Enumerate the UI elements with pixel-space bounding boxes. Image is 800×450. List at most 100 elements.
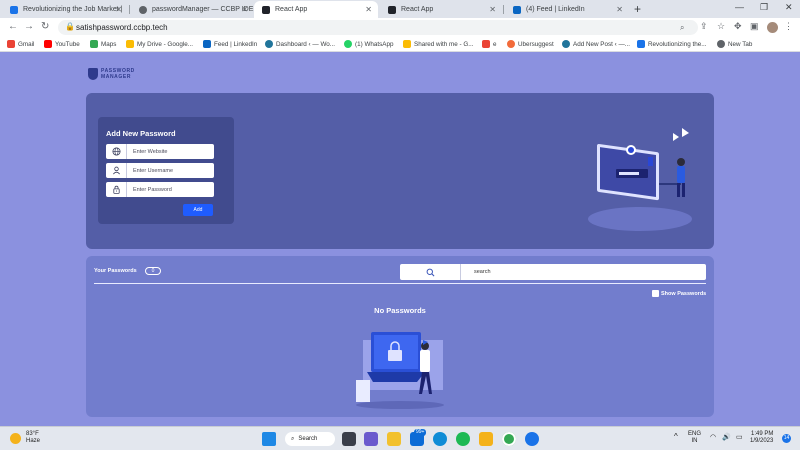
notification-badge[interactable]: 14 — [782, 434, 791, 443]
password-count-badge: 0 — [145, 267, 161, 275]
taskbar-search[interactable]: ⌕ Search — [285, 432, 335, 446]
bookmark-dashboard[interactable]: Dashboard ‹ — Wo... — [265, 40, 335, 48]
task-view-icon[interactable] — [342, 432, 356, 446]
search-input[interactable] — [461, 264, 701, 280]
show-passwords-label: Show Passwords — [661, 290, 707, 297]
chrome-icon[interactable] — [502, 432, 516, 446]
language-indicator[interactable]: ENG IN — [688, 431, 701, 445]
file-explorer-icon[interactable] — [387, 432, 401, 446]
browser-tab[interactable]: React App ✕ — [380, 1, 502, 18]
bookmark-label: New Tab — [728, 40, 753, 48]
close-tab-icon[interactable]: ✕ — [365, 5, 372, 14]
search-icon — [400, 264, 461, 280]
gmail-icon — [7, 40, 15, 48]
bookmark-label: Ubersuggest — [518, 40, 554, 48]
restore-icon[interactable]: ❐ — [760, 2, 768, 13]
drive-icon — [126, 40, 134, 48]
ubersuggest-icon — [507, 40, 515, 48]
forward-icon[interactable]: → — [24, 21, 34, 32]
url-text[interactable]: satishpassword.ccbp.tech — [76, 23, 168, 32]
bookmark-star-icon[interactable]: ☆ — [717, 21, 725, 32]
whatsapp-icon — [344, 40, 352, 48]
bookmark-shared[interactable]: Shared with me - G... — [403, 40, 474, 48]
password-input[interactable] — [127, 182, 213, 197]
username-input[interactable] — [127, 163, 213, 178]
bookmark-new-tab[interactable]: New Tab — [717, 40, 752, 48]
bookmark-linkedin[interactable]: Feed | LinkedIn — [203, 40, 257, 48]
minimize-icon[interactable]: — — [735, 2, 744, 12]
close-window-icon[interactable]: ✕ — [785, 2, 793, 13]
browser-tab[interactable]: Revolutionizing the Job Market | ✕ — [2, 1, 128, 18]
wordpress-icon — [265, 40, 273, 48]
linkedin-icon — [637, 40, 645, 48]
bookmark-gmail[interactable]: Gmail — [7, 40, 34, 48]
weather-widget[interactable]: 83°F Haze — [10, 431, 40, 445]
messenger-icon[interactable] — [525, 432, 539, 446]
windows-start-icon[interactable] — [262, 432, 276, 446]
side-panel-icon[interactable]: ▣ — [750, 21, 759, 32]
bookmark-youtube[interactable]: YouTube — [44, 40, 80, 48]
bookmark-revolutionizing[interactable]: Revolutionizing the... — [637, 40, 706, 48]
edge-icon[interactable] — [433, 432, 447, 446]
menu-icon[interactable]: ⋮ — [784, 21, 793, 32]
bookmark-mail[interactable]: e — [482, 40, 497, 48]
clock-date: 1/9/2023 — [750, 438, 774, 444]
browser-tab[interactable]: (4) Feed | LinkedIn ✕ — [505, 1, 629, 18]
back-icon[interactable]: ← — [8, 21, 18, 32]
wordpress-icon — [562, 40, 570, 48]
bookmark-label: Shared with me - G... — [414, 40, 474, 48]
shield-icon — [88, 68, 98, 80]
close-tab-icon[interactable]: ✕ — [115, 5, 122, 14]
bookmark-whatsapp[interactable]: (1) WhatsApp — [344, 40, 394, 48]
close-tab-icon[interactable]: ✕ — [616, 5, 623, 14]
bookmark-label: My Drive - Google... — [137, 40, 193, 48]
new-tab-button[interactable]: + — [634, 2, 641, 16]
bookmark-maps[interactable]: Maps — [90, 40, 116, 48]
user-icon — [106, 163, 127, 178]
system-clock[interactable]: 1:49 PM 1/9/2023 — [750, 431, 773, 445]
gmail-icon — [482, 40, 490, 48]
form-title: Add New Password — [106, 129, 176, 138]
show-passwords-toggle[interactable]: Show Passwords — [652, 290, 706, 297]
linkedin-icon — [203, 40, 211, 48]
reload-icon[interactable]: ↻ — [41, 21, 49, 32]
address-bar[interactable]: 🔒 satishpassword.ccbp.tech ⌕ — [58, 20, 698, 35]
browser-toolbar: ← → ↻ 🔒 satishpassword.ccbp.tech ⌕ ⇪ ☆ ✥… — [0, 18, 800, 37]
password-manager-illustration — [588, 128, 692, 231]
bookmark-label: Maps — [101, 40, 117, 48]
browser-tab[interactable]: passwordManager — CCBP IDE ✕ — [131, 1, 254, 18]
bookmark-add-post[interactable]: Add New Post ‹ —... — [562, 40, 630, 48]
app-page: PASSWORD MANAGER Add New Password Add — [0, 52, 800, 426]
browser-tab-active[interactable]: React App ✕ — [254, 1, 378, 18]
language-code: ENG — [688, 431, 702, 437]
show-passwords-checkbox[interactable] — [652, 290, 659, 297]
add-password-form: Add New Password Add — [98, 117, 234, 224]
close-tab-icon[interactable]: ✕ — [241, 5, 248, 14]
tray-chevron-up-icon[interactable]: ^ — [674, 433, 678, 441]
share-icon[interactable]: ⇪ — [700, 21, 708, 32]
add-button[interactable]: Add — [183, 204, 213, 216]
password-field — [106, 182, 214, 197]
globe-icon — [717, 40, 725, 48]
profile-avatar[interactable] — [767, 22, 778, 33]
battery-icon[interactable]: ▭ — [736, 434, 743, 441]
browser-tab-strip: Revolutionizing the Job Market | ✕ passw… — [0, 0, 800, 18]
bookmark-label: e — [493, 40, 497, 48]
teams-chat-icon[interactable] — [364, 432, 378, 446]
close-tab-icon[interactable]: ✕ — [489, 5, 496, 14]
clock-time: 1:49 PM — [751, 431, 774, 437]
divider — [94, 283, 706, 284]
extensions-icon[interactable]: ✥ — [734, 21, 742, 32]
volume-icon[interactable]: 🔊 — [722, 434, 731, 441]
search-icon[interactable]: ⌕ — [680, 23, 684, 33]
bookmark-label: YouTube — [55, 40, 80, 48]
chrome-alt-icon[interactable] — [456, 432, 470, 446]
website-input[interactable] — [127, 144, 213, 159]
lock-icon[interactable]: 🔒 — [65, 22, 75, 31]
bookmark-ubersuggest[interactable]: Ubersuggest — [507, 40, 554, 48]
photos-icon[interactable] — [479, 432, 493, 446]
wifi-icon[interactable]: ◠ — [710, 434, 716, 441]
maps-icon — [90, 40, 98, 48]
tab-title: Revolutionizing the Job Market | — [23, 6, 123, 13]
bookmark-drive[interactable]: My Drive - Google... — [126, 40, 193, 48]
